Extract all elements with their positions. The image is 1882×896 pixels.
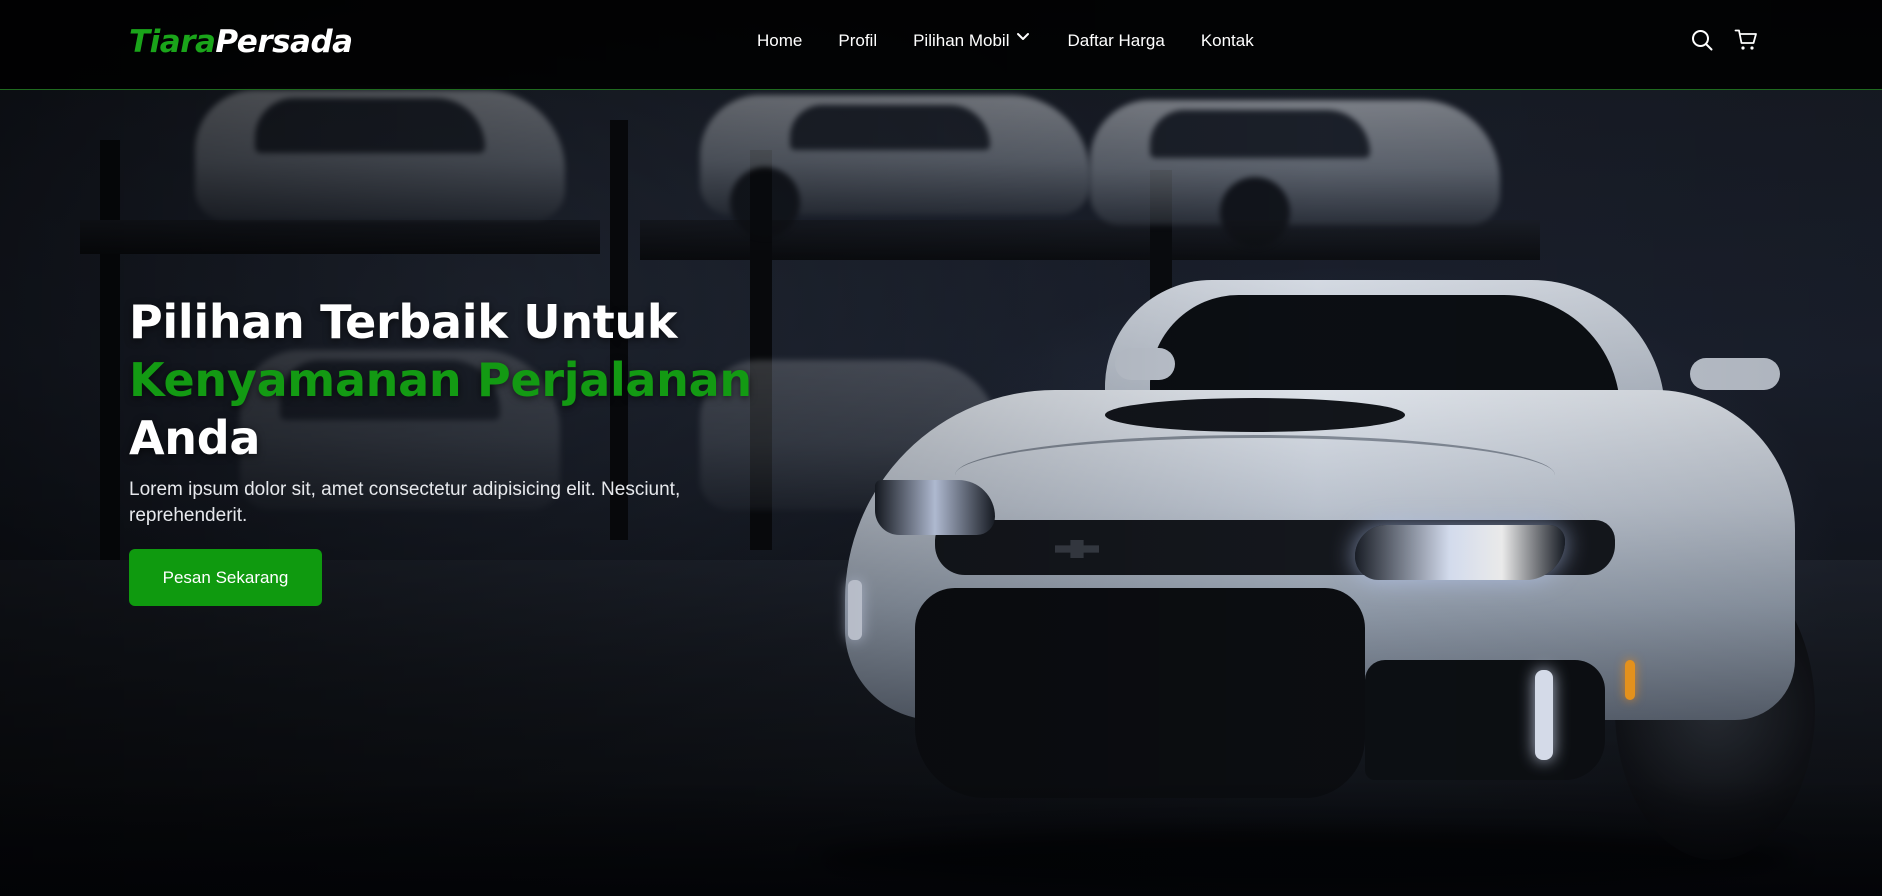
search-icon[interactable] xyxy=(1690,28,1714,52)
brand-name-part2: Persada xyxy=(215,24,353,60)
pesan-sekarang-button[interactable]: Pesan Sekarang xyxy=(129,549,322,606)
brand-logo[interactable]: TiaraPersada xyxy=(129,24,353,60)
brand-name-part1: Tiara xyxy=(129,24,216,60)
hero-title-line2: Kenyamanan Perjalanan xyxy=(129,353,752,407)
navbar: TiaraPersada Home Profil Pilihan Mobil D… xyxy=(0,0,1882,90)
nav-link-daftar-harga[interactable]: Daftar Harga xyxy=(1067,31,1164,51)
nav-icons xyxy=(1690,28,1758,52)
hero-bottom-fade xyxy=(0,780,1882,896)
cart-icon[interactable] xyxy=(1734,28,1758,52)
nav-link-pilihan-mobil-label: Pilihan Mobil xyxy=(913,31,1010,50)
nav-link-kontak[interactable]: Kontak xyxy=(1201,31,1254,51)
hero-description: Lorem ipsum dolor sit, amet consectetur … xyxy=(129,479,681,526)
hero-title-line3: Anda xyxy=(129,411,261,465)
hero-title: Pilihan Terbaik Untuk Kenyamanan Perjala… xyxy=(129,293,829,467)
nav-dropdown-pilihan-mobil[interactable]: Pilihan Mobil xyxy=(913,31,1031,51)
nav-link-home[interactable]: Home xyxy=(757,31,802,51)
hero-title-line1: Pilihan Terbaik Untuk xyxy=(129,295,678,349)
hero-section: Pilihan Terbaik Untuk Kenyamanan Perjala… xyxy=(129,293,829,606)
chevron-down-icon xyxy=(1017,33,1030,40)
nav-link-profil[interactable]: Profil xyxy=(838,31,877,51)
nav-menu: Home Profil Pilihan Mobil Daftar Harga K… xyxy=(757,31,1254,51)
